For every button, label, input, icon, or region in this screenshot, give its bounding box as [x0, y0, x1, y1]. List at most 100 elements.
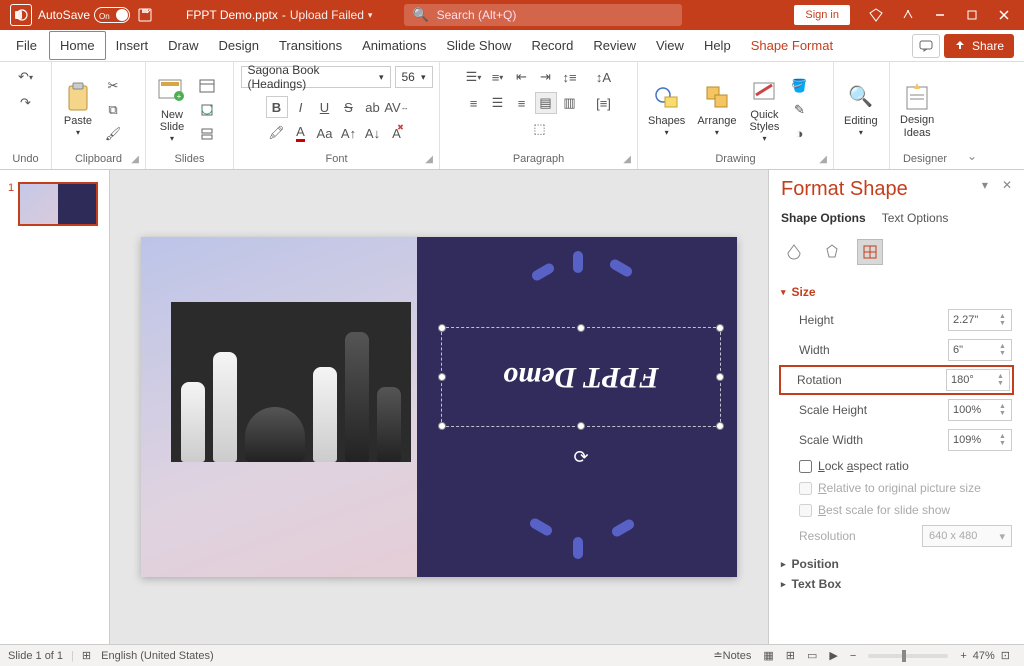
shrink-font-button[interactable]: A↓ [362, 122, 384, 144]
reset-button[interactable] [196, 99, 218, 121]
tab-insert[interactable]: Insert [106, 32, 159, 59]
tab-transitions[interactable]: Transitions [269, 32, 352, 59]
rotation-handle-icon[interactable]: ⟳ [573, 447, 588, 468]
align-right-button[interactable]: ≡ [511, 92, 533, 114]
slide-thumbnail[interactable] [18, 182, 98, 226]
share-button[interactable]: Share [944, 34, 1014, 58]
design-ideas-button[interactable]: Design Ideas [896, 78, 938, 140]
convert-smartart-button[interactable]: ⬚ [529, 118, 551, 140]
editing-button[interactable]: 🔍 Editing▾ [840, 79, 882, 140]
slide-canvas[interactable]: FPPT Demo ⟳ [110, 170, 768, 644]
numbering-button[interactable]: ≡▾ [487, 66, 509, 88]
shadow-button[interactable]: ab [362, 96, 384, 118]
chess-image[interactable] [171, 302, 411, 462]
undo-button[interactable]: ↶▾ [15, 66, 37, 88]
document-title[interactable]: FPPT Demo.pptx - Upload Failed ▾ [186, 8, 372, 22]
paste-button[interactable]: Paste▾ [58, 79, 98, 140]
sign-in-button[interactable]: Sign in [794, 5, 850, 25]
language[interactable]: English (United States) [101, 650, 214, 662]
tab-home[interactable]: Home [49, 31, 106, 60]
notes-button[interactable]: ≐ Notes [707, 646, 757, 666]
scale-height-input[interactable]: 100%▲▼ [948, 399, 1012, 421]
text-direction-button[interactable]: ↕A [593, 66, 615, 88]
font-name-combo[interactable]: Sagona Book (Headings)▾ [241, 66, 391, 88]
pane-close-button[interactable]: ✕ [1002, 178, 1012, 192]
new-slide-button[interactable]: + New Slide▾ [152, 73, 192, 146]
align-text-button[interactable]: [≡] [593, 92, 615, 114]
scale-width-input[interactable]: 109%▲▼ [948, 429, 1012, 451]
coming-soon-icon[interactable] [892, 1, 924, 29]
italic-button[interactable]: I [290, 96, 312, 118]
columns-button[interactable]: ▥ [559, 92, 581, 114]
font-color-button[interactable]: A [290, 122, 312, 144]
spacing-button[interactable]: AV↔ [386, 96, 408, 118]
shape-fill-button[interactable]: 🪣 [788, 75, 810, 97]
line-spacing-button[interactable]: ↕≡ [559, 66, 581, 88]
font-size-combo[interactable]: 56▾ [395, 66, 433, 88]
effects-icon[interactable] [819, 239, 845, 265]
view-normal-button[interactable]: ▦ [757, 646, 779, 666]
tab-view[interactable]: View [646, 32, 694, 59]
shape-outline-button[interactable]: ✎ [788, 99, 810, 121]
account-diamond-icon[interactable] [860, 1, 892, 29]
list-level-button[interactable]: ⇤ [511, 66, 533, 88]
view-reading-button[interactable]: ▭ [801, 646, 823, 666]
tab-file[interactable]: File [6, 32, 47, 59]
align-left-button[interactable]: ≡ [463, 92, 485, 114]
change-case-button[interactable]: Aa [314, 122, 336, 144]
highlight-button[interactable]: 🖍 [266, 122, 288, 144]
collapse-ribbon-button[interactable]: ⌄ [967, 149, 977, 163]
shape-effects-button[interactable]: ◑ [788, 123, 810, 145]
underline-button[interactable]: U [314, 96, 336, 118]
comments-button[interactable] [912, 34, 940, 58]
zoom-in-button[interactable]: + [954, 646, 972, 666]
thumbnail-panel[interactable]: 1 [0, 170, 110, 644]
minimize-button[interactable] [924, 1, 956, 29]
pane-options-button[interactable]: ▾ [982, 178, 988, 192]
tab-text-options[interactable]: Text Options [882, 211, 949, 229]
bold-button[interactable]: B [266, 96, 288, 118]
cut-button[interactable]: ✂ [102, 75, 124, 97]
tab-shape-format[interactable]: Shape Format [741, 32, 843, 59]
save-icon[interactable] [136, 6, 154, 24]
slide-info[interactable]: Slide 1 of 1 [8, 650, 63, 662]
view-sorter-button[interactable]: ⊞ [780, 646, 801, 666]
tab-draw[interactable]: Draw [158, 32, 208, 59]
align-center-button[interactable]: ☰ [487, 92, 509, 114]
tab-slideshow[interactable]: Slide Show [436, 32, 521, 59]
tab-animations[interactable]: Animations [352, 32, 436, 59]
slide[interactable]: FPPT Demo ⟳ [141, 237, 737, 577]
fill-line-icon[interactable] [781, 239, 807, 265]
autosave-toggle[interactable]: On [94, 7, 130, 23]
strike-button[interactable]: S [338, 96, 360, 118]
height-input[interactable]: 2.27"▲▼ [948, 309, 1012, 331]
layout-button[interactable] [196, 75, 218, 97]
zoom-out-button[interactable]: − [844, 646, 862, 666]
section-position[interactable]: ▸Position [781, 557, 1012, 571]
section-size[interactable]: ▾Size [781, 285, 1012, 299]
list-level-r-button[interactable]: ⇥ [535, 66, 557, 88]
bullets-button[interactable]: ☰▾ [463, 66, 485, 88]
justify-button[interactable]: ▤ [535, 92, 557, 114]
title-text-box[interactable]: FPPT Demo ⟳ [441, 327, 721, 427]
close-button[interactable] [988, 1, 1020, 29]
shapes-button[interactable]: Shapes▾ [644, 79, 689, 140]
dialog-launcher-icon[interactable]: ◢ [819, 154, 827, 165]
rotation-input[interactable]: 180°▲▼ [946, 369, 1010, 391]
grow-font-button[interactable]: A↑ [338, 122, 360, 144]
dialog-launcher-icon[interactable]: ◢ [425, 154, 433, 165]
tab-shape-options[interactable]: Shape Options [781, 211, 866, 229]
tab-design[interactable]: Design [209, 32, 269, 59]
view-slideshow-button[interactable]: ▶ [823, 646, 843, 666]
format-painter-button[interactable]: 🖌 [102, 123, 124, 145]
fit-to-window-button[interactable]: ⊡ [995, 646, 1016, 666]
dialog-launcher-icon[interactable]: ◢ [131, 154, 139, 165]
lock-aspect-checkbox[interactable]: Lock aspect ratio [781, 455, 1012, 477]
search-input[interactable]: 🔍 Search (Alt+Q) [404, 4, 682, 26]
quick-styles-button[interactable]: Quick Styles▾ [744, 73, 784, 146]
tab-help[interactable]: Help [694, 32, 741, 59]
section-button[interactable] [196, 123, 218, 145]
clear-format-button[interactable]: A✖ [386, 122, 408, 144]
dialog-launcher-icon[interactable]: ◢ [623, 154, 631, 165]
width-input[interactable]: 6"▲▼ [948, 339, 1012, 361]
